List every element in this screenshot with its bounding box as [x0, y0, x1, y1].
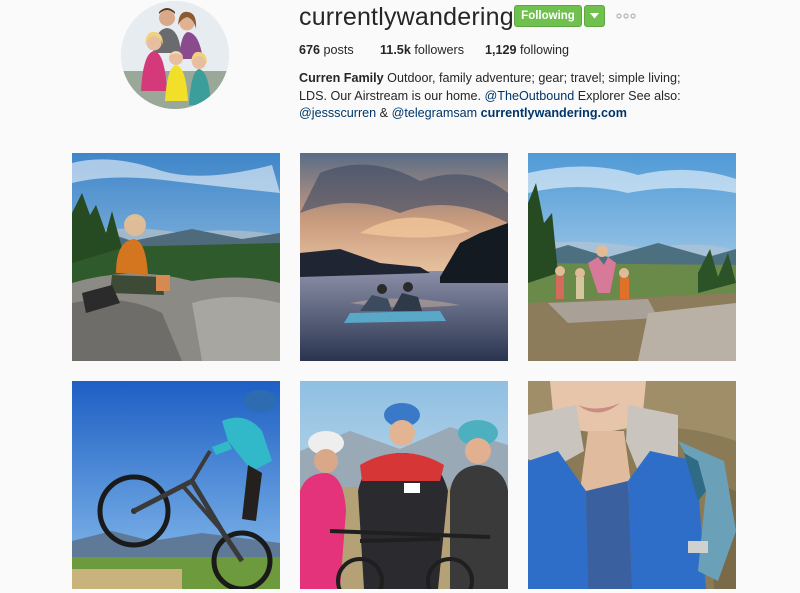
ellipsis-icon	[616, 13, 636, 19]
profile-avatar[interactable]	[121, 1, 229, 109]
post-mountain-bike-wheelie[interactable]	[72, 381, 280, 589]
following-label: following	[520, 43, 570, 57]
bio-full-name: Curren Family	[299, 71, 384, 85]
posts-count: 676	[299, 43, 321, 57]
website-link[interactable]: currentlywandering.com	[481, 106, 627, 120]
mention-link[interactable]: @jessscurren	[299, 106, 376, 120]
bio-text: Explorer See also:	[574, 88, 681, 103]
post-boy-mountain-view[interactable]	[72, 153, 280, 361]
post-lake-sunset-pedal-boat[interactable]	[300, 153, 508, 361]
profile-bio: Curren Family Outdoor, family adventure;…	[299, 70, 709, 123]
follow-options-button[interactable]	[584, 5, 605, 27]
post-kids-on-rocks[interactable]	[528, 153, 736, 361]
post-selfie-blue-vest[interactable]	[528, 381, 736, 589]
mention-link[interactable]: @telegramsam	[392, 106, 478, 120]
followers-stat[interactable]: 11.5k followers	[380, 43, 464, 57]
followers-label: followers	[414, 43, 465, 57]
more-options-button[interactable]	[616, 9, 636, 23]
mention-link[interactable]: @TheOutbound	[484, 89, 574, 103]
post-three-women-bikes[interactable]	[300, 381, 508, 589]
chevron-down-icon	[590, 13, 599, 19]
bio-text: &	[376, 106, 392, 120]
posts-stat: 676 posts	[299, 43, 354, 57]
profile-username: currentlywandering	[299, 3, 514, 31]
following-stat[interactable]: 1,129 following	[485, 43, 569, 57]
following-button[interactable]: Following	[514, 5, 582, 27]
followers-count: 11.5k	[380, 43, 411, 57]
posts-label: posts	[323, 43, 354, 57]
following-count: 1,129	[485, 43, 517, 57]
